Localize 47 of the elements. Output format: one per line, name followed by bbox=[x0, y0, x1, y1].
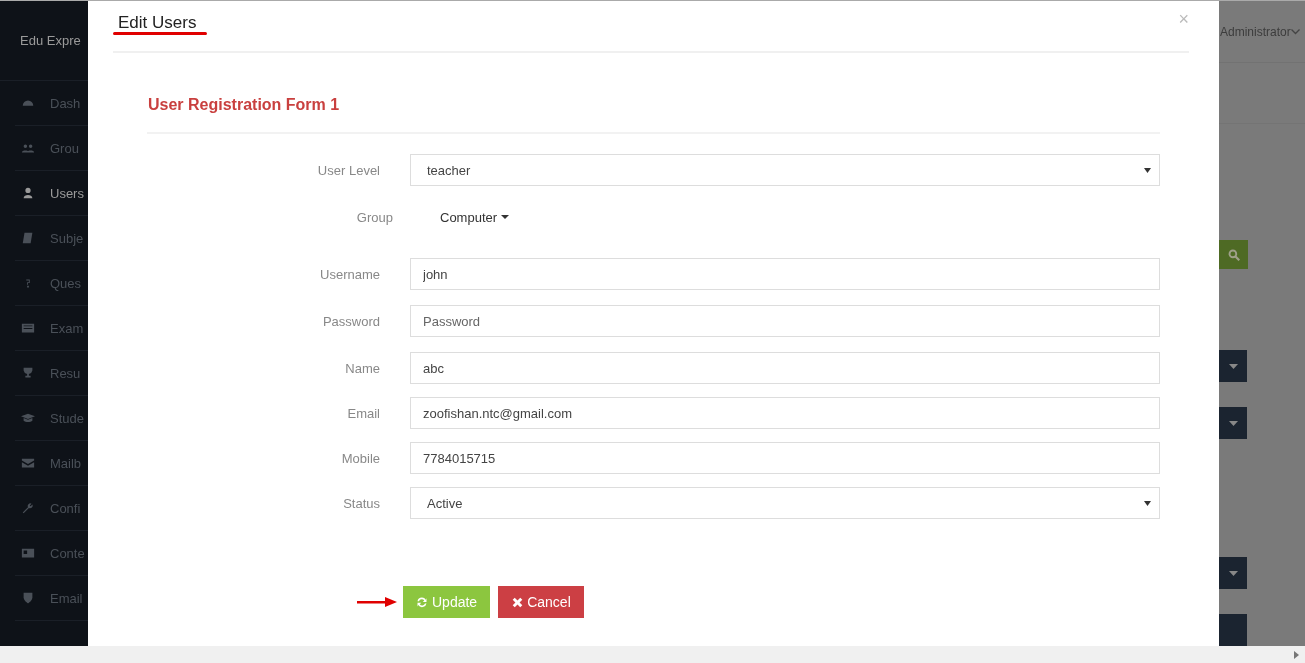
dropdown-button[interactable] bbox=[1219, 350, 1247, 382]
card-icon bbox=[21, 546, 35, 560]
dropdown-button[interactable] bbox=[1219, 557, 1247, 589]
field-label: Password bbox=[321, 313, 381, 329]
user-menu[interactable]: Administrator bbox=[1220, 24, 1291, 39]
caret-icon bbox=[1228, 420, 1238, 426]
cap-icon bbox=[21, 411, 35, 425]
refresh-icon bbox=[416, 596, 428, 608]
wrench-icon bbox=[21, 501, 35, 515]
dropdown-button[interactable] bbox=[1219, 407, 1247, 439]
cancel-button[interactable]: Cancel bbox=[498, 586, 584, 618]
shield-icon bbox=[21, 591, 35, 605]
input-field[interactable]: 7784015715 bbox=[410, 442, 1160, 474]
caret-icon bbox=[1144, 500, 1151, 506]
update-button[interactable]: Update bbox=[403, 586, 491, 618]
select-field[interactable]: teacher bbox=[410, 154, 1160, 186]
search-button[interactable] bbox=[1219, 240, 1248, 269]
list-icon bbox=[21, 321, 35, 335]
field-label: Group bbox=[355, 209, 394, 225]
input-field[interactable]: john bbox=[410, 258, 1160, 290]
trophy-icon bbox=[21, 366, 35, 380]
caret-icon bbox=[501, 215, 510, 219]
user-icon bbox=[21, 186, 35, 200]
modal-title: Edit Users bbox=[118, 13, 197, 33]
field-label: User Level bbox=[316, 162, 381, 178]
scroll-right-icon bbox=[1294, 650, 1299, 659]
field-label: Name bbox=[344, 360, 381, 376]
caret-icon bbox=[1228, 363, 1238, 369]
field-label: Username bbox=[319, 266, 381, 282]
input-field[interactable]: Password bbox=[410, 305, 1160, 337]
close-icon bbox=[512, 596, 524, 608]
caret-icon bbox=[1144, 167, 1151, 173]
group-dropdown[interactable]: Computer bbox=[427, 209, 510, 225]
input-field[interactable]: abc bbox=[410, 352, 1160, 384]
select-field[interactable]: Active bbox=[410, 487, 1160, 519]
field-label: Mobile bbox=[340, 450, 381, 466]
field-label: Email bbox=[346, 405, 381, 421]
input-field[interactable]: zoofishan.ntc@gmail.com bbox=[410, 397, 1160, 429]
field-label: Status bbox=[342, 495, 381, 511]
chevron-down-icon bbox=[1290, 28, 1300, 35]
book-icon bbox=[21, 231, 35, 245]
mail-icon bbox=[21, 456, 35, 470]
form-title: User Registration Form 1 bbox=[147, 53, 1160, 134]
caret-icon bbox=[1228, 570, 1238, 576]
search-icon bbox=[1227, 248, 1240, 261]
annotation-arrow bbox=[357, 597, 397, 607]
close-button[interactable]: × bbox=[1178, 9, 1189, 30]
